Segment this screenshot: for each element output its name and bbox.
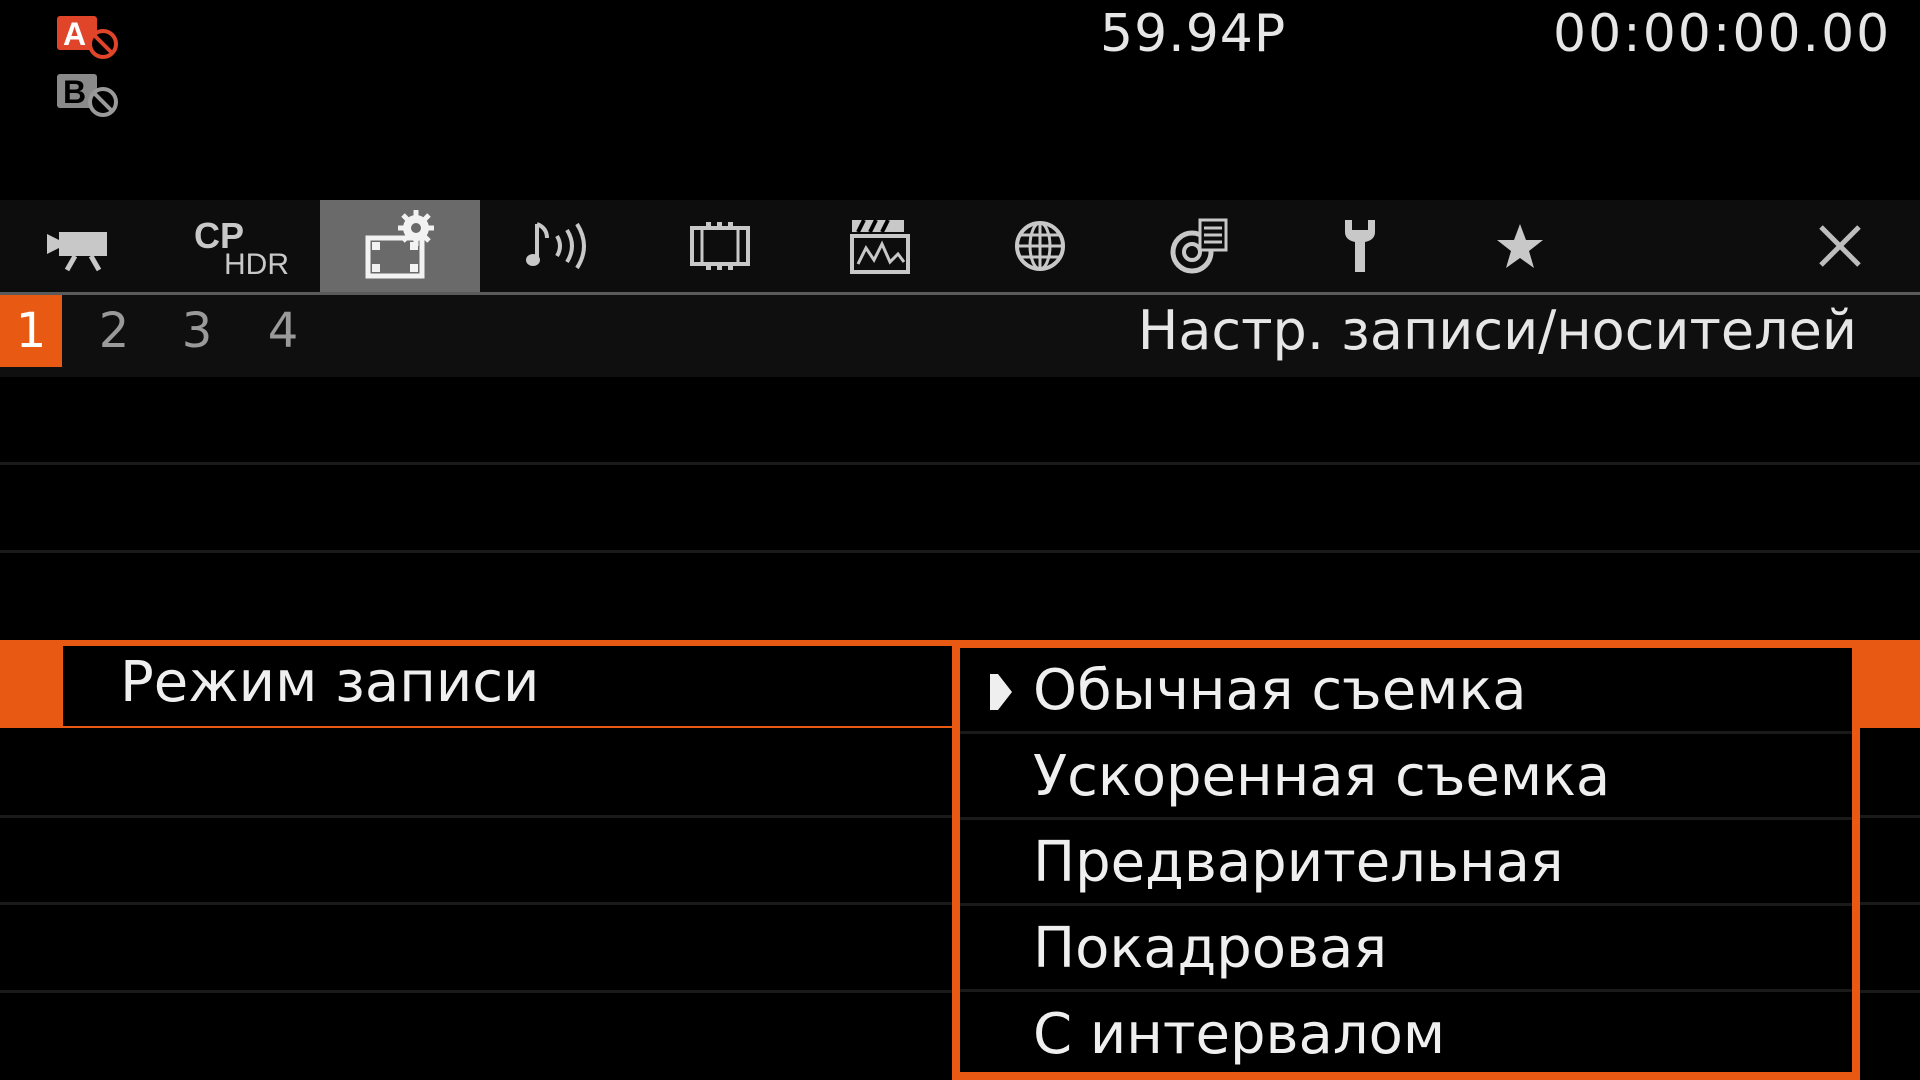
tab-system-setup[interactable] <box>1280 200 1440 292</box>
card-a-disabled-icon: A <box>55 14 125 60</box>
card-b-disabled-icon: B <box>55 72 125 118</box>
option-item[interactable]: Покадровая <box>960 906 1852 992</box>
frame-rate: 59.94P <box>1100 4 1287 64</box>
svg-text:B: B <box>63 74 86 110</box>
option-label: Покадровая <box>1033 916 1388 981</box>
options-list: Обычная съемка Ускоренная съемка Предвар… <box>960 648 1852 1072</box>
option-label: Обычная съемка <box>1033 658 1527 723</box>
section-title: Настр. записи/носителей <box>1137 299 1857 362</box>
option-label: Предварительная <box>1033 830 1564 895</box>
camera-icon <box>47 232 107 272</box>
tab-my-menu[interactable] <box>1440 200 1600 292</box>
star-icon <box>1497 224 1543 268</box>
option-item[interactable]: Предварительная <box>960 820 1852 906</box>
audio-icon <box>526 222 586 270</box>
timecode-value: 00:00:00.00 <box>1553 4 1892 64</box>
tab-audio[interactable] <box>480 200 640 292</box>
close-button[interactable] <box>1760 200 1920 292</box>
tab-cp-hdr[interactable]: CP HDR <box>160 200 320 292</box>
row-divider <box>0 550 1920 553</box>
page-bar: 1 2 3 4 Настр. записи/носителей <box>0 295 1920 377</box>
option-label: Ускоренная съемка <box>1033 744 1611 809</box>
page-3[interactable]: 3 <box>166 295 228 367</box>
option-item[interactable]: Ускоренная съемка <box>960 734 1852 820</box>
option-label: С интервалом <box>1033 1002 1446 1067</box>
tab-clapper-waveform[interactable] <box>800 200 960 292</box>
options-dropdown: Обычная съемка Ускоренная съемка Предвар… <box>952 640 1860 1080</box>
tab-display-assist[interactable] <box>1120 200 1280 292</box>
tab-globe[interactable] <box>960 200 1120 292</box>
setting-label: Режим записи <box>120 650 540 715</box>
svg-text:HDR: HDR <box>224 248 289 278</box>
film-frame-icon <box>690 222 750 270</box>
display-assist-icon <box>1170 218 1228 274</box>
cp-hdr-icon: CP HDR <box>194 215 289 278</box>
option-item[interactable]: С интервалом <box>960 992 1852 1078</box>
row-divider <box>0 462 1920 465</box>
timecode-display: 00:00:00.00 P <box>1553 4 1920 64</box>
wrench-icon <box>1345 220 1375 272</box>
clapper-waveform-icon <box>850 219 910 274</box>
globe-icon <box>1015 221 1065 271</box>
page-1[interactable]: 1 <box>0 295 62 367</box>
recording-setup-icon <box>365 210 434 279</box>
svg-text:A: A <box>63 16 86 52</box>
tab-camera[interactable] <box>0 200 160 292</box>
page-2[interactable]: 2 <box>83 295 145 367</box>
page-4[interactable]: 4 <box>252 295 314 367</box>
menu-tab-bar: CP HDR <box>0 200 1920 295</box>
option-item[interactable]: Обычная съемка <box>960 648 1852 734</box>
tab-recording-setup[interactable] <box>320 200 480 292</box>
close-icon <box>1819 225 1861 267</box>
selection-pointer-icon <box>990 674 1012 710</box>
tab-film-frame[interactable] <box>640 200 800 292</box>
